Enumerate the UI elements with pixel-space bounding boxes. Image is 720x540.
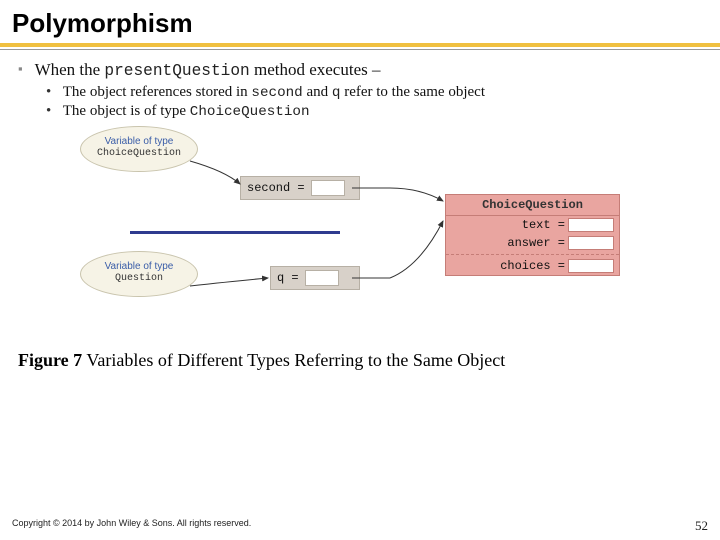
figure-number: Figure 7 bbox=[18, 350, 82, 370]
field-label: text = bbox=[522, 218, 565, 232]
title-underline-thin bbox=[0, 49, 720, 50]
sub-bullet-2: The object is of type ChoiceQuestion bbox=[46, 103, 702, 120]
sub-bullet-1: The object references stored in second a… bbox=[46, 84, 702, 101]
code-presentQuestion: presentQuestion bbox=[104, 62, 249, 80]
bubble-var-choicequestion: Variable of type ChoiceQuestion bbox=[80, 126, 198, 172]
var-slot bbox=[311, 180, 345, 196]
footer: Copyright © 2014 by John Wiley & Sons. A… bbox=[12, 518, 708, 534]
code-ChoiceQuestion: ChoiceQuestion bbox=[190, 104, 310, 120]
bubble-label: Variable of type bbox=[81, 261, 197, 273]
bullet-text: method executes – bbox=[250, 60, 381, 79]
field-label: answer = bbox=[507, 236, 565, 250]
field-slot bbox=[568, 236, 614, 250]
bullet-main: When the presentQuestion method executes… bbox=[18, 60, 702, 120]
title-underline bbox=[0, 43, 720, 47]
var-second: second = bbox=[240, 176, 360, 200]
object-header: ChoiceQuestion bbox=[446, 195, 619, 216]
field-row: choices = bbox=[446, 257, 619, 275]
var-slot bbox=[305, 270, 339, 286]
figure-caption: Figure 7 Variables of Different Types Re… bbox=[0, 346, 720, 371]
field-slot bbox=[568, 259, 614, 273]
object-box: ChoiceQuestion text = answer = choices = bbox=[445, 194, 620, 276]
text: The object is of type bbox=[63, 103, 190, 119]
field-slot bbox=[568, 218, 614, 232]
page-number: 52 bbox=[695, 518, 708, 534]
code-second: second bbox=[251, 85, 302, 101]
bubble-var-question: Variable of type Question bbox=[80, 251, 198, 297]
object-dash bbox=[446, 254, 619, 255]
text: refer to the same object bbox=[340, 84, 485, 100]
content-area: When the presentQuestion method executes… bbox=[0, 60, 720, 336]
field-row: answer = bbox=[446, 234, 619, 252]
bubble-type: Question bbox=[81, 273, 197, 285]
field-label: choices = bbox=[500, 259, 565, 273]
text: and bbox=[303, 84, 332, 100]
copyright-text: Copyright © 2014 by John Wiley & Sons. A… bbox=[12, 518, 251, 534]
bullet-text: When the bbox=[35, 60, 105, 79]
separator-line bbox=[130, 231, 340, 234]
var-label: second = bbox=[247, 181, 305, 195]
diagram: Variable of type ChoiceQuestion Variable… bbox=[60, 126, 660, 336]
text: The object references stored in bbox=[63, 84, 252, 100]
var-q: q = bbox=[270, 266, 360, 290]
figure-text: Variables of Different Types Referring t… bbox=[82, 350, 505, 370]
bubble-type: ChoiceQuestion bbox=[81, 148, 197, 160]
var-label: q = bbox=[277, 271, 299, 285]
slide-title: Polymorphism bbox=[0, 0, 720, 43]
bubble-label: Variable of type bbox=[81, 136, 197, 148]
field-row: text = bbox=[446, 216, 619, 234]
